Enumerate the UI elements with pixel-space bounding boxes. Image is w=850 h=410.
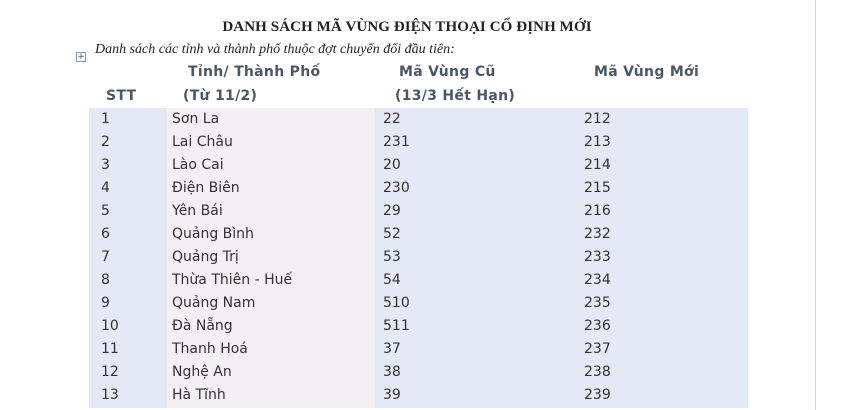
cell-stt: 10 xyxy=(101,318,119,334)
table-row: 5 Yên Bái 29 216 xyxy=(89,200,748,223)
table-row: 6 Quảng Bình 52 232 xyxy=(89,223,748,246)
cell-stt: 7 xyxy=(101,249,110,265)
cell-old-code: 510 xyxy=(383,295,410,311)
cell-stt: 12 xyxy=(101,364,119,380)
cell-new-code: 213 xyxy=(584,134,611,150)
table-row: 9 Quảng Nam 510 235 xyxy=(89,292,748,315)
cell-new-code: 232 xyxy=(584,226,611,242)
cell-stt: 6 xyxy=(101,226,110,242)
cell-stt: 11 xyxy=(101,341,119,357)
cell-stt: 9 xyxy=(101,295,110,311)
cell-province: Thừa Thiên - Huế xyxy=(172,272,293,288)
cell-old-code: 29 xyxy=(383,203,401,219)
table-row: 4 Điện Biên 230 215 xyxy=(89,177,748,200)
cell-old-code: 38 xyxy=(383,364,401,380)
cell-province: Nghệ An xyxy=(172,364,232,380)
cell-stt: 3 xyxy=(101,157,110,173)
cell-old-code: 52 xyxy=(383,226,401,242)
header-old-code-expiry: (13/3 Hết Hạn) xyxy=(395,88,516,104)
cell-province: Yên Bái xyxy=(172,203,223,219)
cell-old-code: 39 xyxy=(383,387,401,403)
cell-stt: 2 xyxy=(101,134,110,150)
cell-old-code: 53 xyxy=(383,249,401,265)
cell-old-code: 20 xyxy=(383,157,401,173)
header-province: Tỉnh/ Thành Phố xyxy=(188,64,321,80)
cell-new-code: 239 xyxy=(584,387,611,403)
header-stt: STT xyxy=(106,88,137,104)
table-caption: Danh sách các tỉnh và thành phố thuộc đợ… xyxy=(95,42,455,57)
cell-new-code: 215 xyxy=(584,180,611,196)
cell-stt: 1 xyxy=(101,111,110,127)
cell-old-code: 231 xyxy=(383,134,410,150)
table-move-handle-icon[interactable]: + xyxy=(76,52,86,62)
cell-new-code: 235 xyxy=(584,295,611,311)
cell-new-code: 233 xyxy=(584,249,611,265)
table-row: 12 Nghệ An 38 238 xyxy=(89,361,748,384)
cell-old-code: 37 xyxy=(383,341,401,357)
cell-province: Quảng Nam xyxy=(172,295,256,311)
header-new-code: Mã Vùng Mới xyxy=(594,64,700,80)
cell-old-code: 230 xyxy=(383,180,410,196)
header-old-code: Mã Vùng Cũ xyxy=(399,64,496,80)
table-row: 2 Lai Châu 231 213 xyxy=(89,131,748,154)
cell-new-code: 236 xyxy=(584,318,611,334)
header-province-date: (Từ 11/2) xyxy=(183,88,258,104)
cell-new-code: 238 xyxy=(584,364,611,380)
cell-province: Quảng Bình xyxy=(172,226,254,242)
cell-province: Thanh Hoá xyxy=(172,341,248,357)
cell-old-code: 511 xyxy=(383,318,410,334)
cell-new-code: 216 xyxy=(584,203,611,219)
cell-new-code: 237 xyxy=(584,341,611,357)
cell-province: Đà Nẵng xyxy=(172,318,233,334)
cell-old-code: 22 xyxy=(383,111,401,127)
cell-province: Điện Biên xyxy=(172,180,240,196)
table-row: 1 Sơn La 22 212 xyxy=(89,108,748,131)
cell-new-code: 234 xyxy=(584,272,611,288)
cell-stt: 13 xyxy=(101,387,119,403)
cell-new-code: 212 xyxy=(584,111,611,127)
cell-province: Sơn La xyxy=(172,111,220,127)
cell-province: Lào Cai xyxy=(172,157,224,173)
table-row: 8 Thừa Thiên - Huế 54 234 xyxy=(89,269,748,292)
cell-province: Quảng Trị xyxy=(172,249,239,265)
cell-old-code: 54 xyxy=(383,272,401,288)
page-right-border xyxy=(815,0,816,410)
page-title: DANH SÁCH MÃ VÙNG ĐIỆN THOẠI CỐ ĐỊNH MỚI xyxy=(222,19,592,35)
cell-province: Hà Tĩnh xyxy=(172,387,226,403)
table-row: 7 Quảng Trị 53 233 xyxy=(89,246,748,269)
table-row: 13 Hà Tĩnh 39 239 xyxy=(89,384,748,407)
area-code-table: 1 Sơn La 22 212 2 Lai Châu 231 213 3 Lào Cai 20 214… xyxy=(89,108,748,408)
table-row: 11 Thanh Hoá 37 237 xyxy=(89,338,748,361)
table-row: 10 Đà Nẵng 511 236 xyxy=(89,315,748,338)
cell-province: Lai Châu xyxy=(172,134,233,150)
cell-stt: 5 xyxy=(101,203,110,219)
table-row: 3 Lào Cai 20 214 xyxy=(89,154,748,177)
cell-new-code: 214 xyxy=(584,157,611,173)
cell-stt: 8 xyxy=(101,272,110,288)
cell-stt: 4 xyxy=(101,180,110,196)
